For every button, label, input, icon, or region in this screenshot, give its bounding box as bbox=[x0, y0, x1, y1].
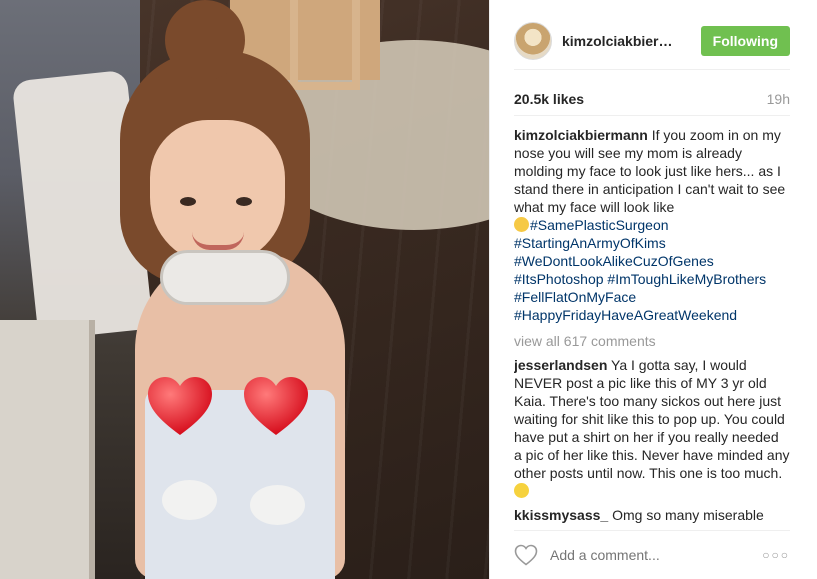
comments-list[interactable]: kimzolciakbiermann If you zoom in on my … bbox=[514, 126, 790, 526]
ruffle-collar bbox=[160, 250, 290, 305]
red-heart-emoji bbox=[244, 375, 308, 439]
comment-username[interactable]: kkissmysass_ bbox=[514, 507, 608, 523]
add-comment-input[interactable] bbox=[550, 547, 750, 563]
likes-count[interactable]: 20.5k likes bbox=[514, 91, 584, 107]
avatar[interactable] bbox=[514, 21, 552, 60]
caption-comment: kimzolciakbiermann If you zoom in on my … bbox=[514, 126, 790, 324]
following-button[interactable]: Following bbox=[700, 25, 790, 56]
heart-outline-icon[interactable] bbox=[514, 544, 538, 566]
hashtag-link[interactable]: #StartingAnArmyOfKims bbox=[514, 234, 790, 252]
hashtag-list: #SamePlasticSurgeon #StartingAnArmyOfKim… bbox=[514, 216, 790, 324]
post-timestamp[interactable]: 19h bbox=[767, 91, 790, 107]
child-eye-left bbox=[180, 197, 196, 206]
child-eye-right bbox=[236, 197, 252, 206]
caption-username[interactable]: kimzolciakbiermann bbox=[514, 127, 648, 143]
more-options-icon[interactable]: ○○○ bbox=[762, 548, 790, 562]
comment-item: jesserlandsen Ya I gotta say, I would NE… bbox=[514, 356, 790, 500]
post-header: kimzolciakbierm... Following bbox=[514, 12, 790, 70]
add-comment-bar: ○○○ bbox=[514, 530, 790, 579]
hashtag-link[interactable]: #ImToughLikeMyBrothers bbox=[607, 271, 766, 287]
view-all-comments-link[interactable]: view all 617 comments bbox=[514, 332, 790, 350]
confused-face-emoji bbox=[514, 483, 529, 498]
hashtag-link[interactable]: #FellFlatOnMyFace bbox=[514, 288, 790, 306]
wrist-corsage-left bbox=[162, 480, 217, 520]
hugging-face-emoji bbox=[514, 217, 529, 232]
instagram-post-view: kimzolciakbierm... Following 20.5k likes… bbox=[0, 0, 817, 579]
hashtag-link[interactable]: #ItsPhotoshop bbox=[514, 271, 604, 287]
red-heart-emoji bbox=[148, 375, 212, 439]
comment-text: Omg so many miserable bbox=[612, 507, 764, 523]
username-link[interactable]: kimzolciakbierm... bbox=[562, 33, 682, 49]
hashtag-line: #ItsPhotoshop #ImToughLikeMyBrothers bbox=[514, 271, 766, 287]
wrist-corsage-right bbox=[250, 485, 305, 525]
hashtag-link[interactable]: #HappyFridayHaveAGreatWeekend bbox=[514, 306, 790, 324]
post-side-panel: kimzolciakbierm... Following 20.5k likes… bbox=[489, 0, 817, 579]
hashtag-line: #SamePlasticSurgeon bbox=[514, 217, 669, 233]
post-photo[interactable] bbox=[0, 0, 489, 579]
hashtag-link[interactable]: #SamePlasticSurgeon bbox=[530, 217, 669, 233]
hashtag-link[interactable]: #WeDontLookAlikeCuzOfGenes bbox=[514, 252, 790, 270]
comment-text: Ya I gotta say, I would NEVER post a pic… bbox=[514, 357, 790, 481]
cabinet bbox=[0, 320, 95, 579]
child-hair-bun bbox=[165, 0, 245, 80]
comment-item: kkissmysass_ Omg so many miserable bbox=[514, 506, 790, 524]
background-chair bbox=[290, 0, 360, 90]
comment-username[interactable]: jesserlandsen bbox=[514, 357, 607, 373]
post-stats: 20.5k likes 19h bbox=[514, 82, 790, 116]
